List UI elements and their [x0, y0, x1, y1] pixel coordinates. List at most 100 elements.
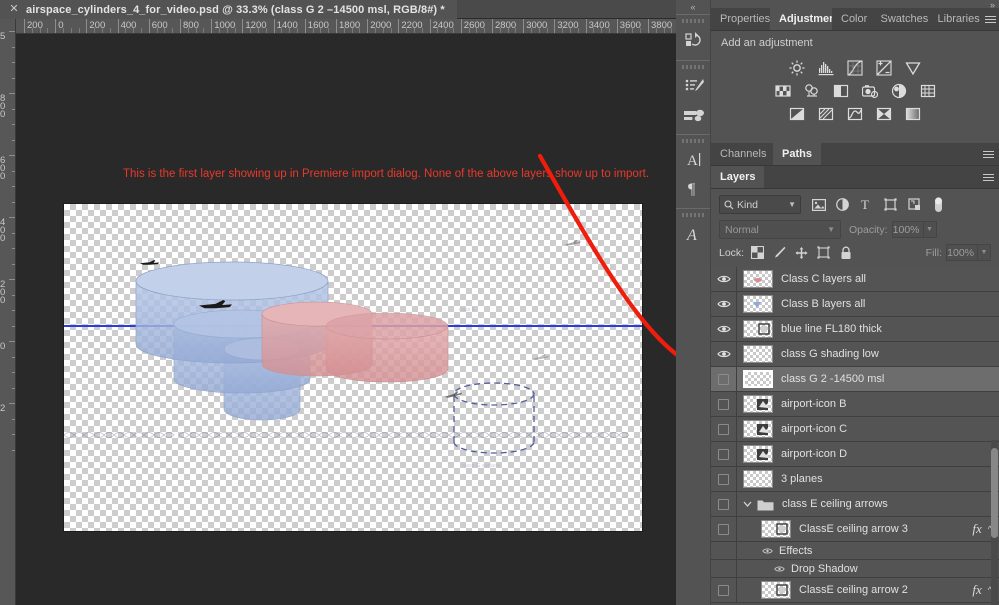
chevron-down-icon[interactable] [743, 500, 752, 508]
tab-libraries[interactable]: Libraries [929, 8, 982, 30]
visibility-checkbox[interactable] [718, 398, 729, 410]
eye-hidden-icon[interactable] [711, 392, 737, 416]
blend-mode-select[interactable]: Normal ▼ [719, 220, 841, 239]
layer-thumbnail[interactable] [743, 370, 773, 388]
layer-row[interactable]: blue line FL180 thick [711, 317, 999, 342]
layer-thumbnail[interactable] [761, 581, 791, 599]
character-icon[interactable]: A [676, 146, 711, 174]
eye-hidden-icon[interactable] [711, 467, 737, 491]
panel-menu-icon[interactable] [977, 143, 999, 165]
eye-visible-icon[interactable] [711, 560, 737, 577]
visibility-checkbox[interactable] [718, 498, 729, 510]
document-tab[interactable]: ✕ airspace_cylinders_4_for_video.psd @ 3… [0, 0, 457, 19]
dock-drag-handle[interactable] [682, 19, 704, 23]
eye-visible-icon[interactable] [773, 565, 785, 573]
threshold-icon[interactable] [847, 105, 864, 122]
effect-entry[interactable]: Drop Shadow [771, 563, 858, 575]
layer-row[interactable]: Class B layers all [711, 292, 999, 317]
actions-icon[interactable] [676, 72, 711, 100]
layer-thumbnail[interactable] [743, 270, 773, 288]
exposure-icon[interactable] [876, 59, 893, 76]
dock-drag-handle[interactable] [682, 65, 704, 69]
visibility-checkbox[interactable] [718, 523, 729, 535]
opacity-stepper[interactable]: ▼ [923, 221, 937, 238]
eye-visible-icon[interactable] [761, 547, 773, 555]
levels-icon[interactable] [818, 59, 835, 76]
brightness-contrast-icon[interactable] [789, 59, 806, 76]
eye-hidden-icon[interactable] [711, 367, 737, 391]
layer-thumbnail[interactable] [743, 320, 773, 338]
vertical-ruler[interactable]: 5 800 600 400 200 0 2 [0, 19, 16, 605]
opacity-value-field[interactable]: 100% [891, 221, 924, 238]
layer-thumbnail[interactable] [743, 295, 773, 313]
layer-thumbnail[interactable] [743, 470, 773, 488]
eye-hidden-icon[interactable] [711, 492, 737, 516]
layer-row[interactable]: airport-icon C [711, 417, 999, 442]
visibility-checkbox[interactable] [718, 473, 729, 485]
adjustment-filter-icon[interactable] [835, 197, 850, 213]
eye-hidden-icon[interactable] [711, 417, 737, 441]
paragraph-icon[interactable]: ¶ [676, 174, 711, 202]
panel-menu-icon[interactable] [981, 8, 999, 30]
tab-layers[interactable]: Layers [711, 166, 765, 188]
tab-swatches[interactable]: Swatches [872, 8, 929, 30]
canvas-area[interactable]: This is the first layer showing up in Pr… [16, 34, 676, 605]
layer-list[interactable]: Class C layers all Class B layers all blue… [711, 267, 999, 603]
layer-row[interactable]: 3 planes [711, 467, 999, 492]
collapse-arrows-icon[interactable]: « [676, 0, 710, 14]
tab-properties[interactable]: Properties [711, 8, 770, 30]
layer-thumbnail[interactable] [743, 445, 773, 463]
tab-channels[interactable]: Channels [711, 143, 773, 165]
invert-icon[interactable] [789, 105, 806, 122]
hue-saturation-icon[interactable] [774, 82, 791, 99]
tab-paths[interactable]: Paths [773, 143, 821, 165]
brush-preset-icon[interactable] [676, 100, 711, 128]
layer-row[interactable]: airport-icon B [711, 392, 999, 417]
layer-row[interactable]: class E ceiling arrows [711, 492, 999, 517]
lock-all-icon[interactable] [839, 246, 852, 260]
layer-row[interactable]: ClassE ceiling arrow 3 fx ^ [711, 517, 999, 542]
fill-stepper[interactable]: ▼ [978, 244, 991, 261]
layer-row[interactable]: Effects [711, 542, 999, 560]
posterize-icon[interactable] [818, 105, 835, 122]
panel-menu-icon[interactable] [977, 166, 999, 188]
dock-drag-handle[interactable] [682, 139, 704, 143]
history-icon[interactable] [676, 26, 711, 54]
color-lookup-icon[interactable] [919, 82, 936, 99]
close-icon[interactable]: ✕ [8, 3, 20, 16]
fx-icon[interactable]: fx [972, 521, 981, 537]
eye-visible-icon[interactable] [711, 317, 737, 341]
gradient-map-icon[interactable] [905, 105, 922, 122]
pixel-filter-icon[interactable] [811, 197, 826, 213]
curves-icon[interactable] [847, 59, 864, 76]
eye-hidden-icon[interactable] [711, 517, 737, 541]
layer-thumbnail[interactable] [761, 520, 791, 538]
selective-color-icon[interactable] [876, 105, 893, 122]
layer-thumbnail[interactable] [743, 420, 773, 438]
fill-value-field[interactable]: 100% [946, 244, 978, 261]
eye-visible-icon[interactable] [711, 267, 737, 291]
eye-visible-icon[interactable] [711, 542, 737, 559]
eye-hidden-icon[interactable] [711, 442, 737, 466]
visibility-checkbox[interactable] [718, 448, 729, 460]
layer-thumbnail[interactable] [743, 345, 773, 363]
smart-object-filter-icon[interactable] [907, 197, 922, 213]
eye-visible-icon[interactable] [711, 292, 737, 316]
horizontal-ruler[interactable]: 200 0 200 400 600 800 1000 1200 1400 1600 1800 2000… [16, 19, 676, 34]
type-filter-icon[interactable]: T [859, 197, 874, 213]
lock-position-icon[interactable] [795, 246, 808, 260]
layer-row[interactable]: class G 2 -14500 msl [711, 367, 999, 392]
tab-adjustments[interactable]: Adjustments [770, 8, 832, 30]
filter-toggle-icon[interactable] [931, 196, 946, 213]
layer-row[interactable]: Class C layers all [711, 267, 999, 292]
eye-hidden-icon[interactable] [711, 578, 737, 602]
visibility-checkbox[interactable] [718, 584, 729, 596]
lock-artboard-icon[interactable] [817, 246, 830, 260]
lock-transparent-pixels-icon[interactable] [751, 246, 765, 260]
layer-row[interactable]: Drop Shadow [711, 560, 999, 578]
dock-drag-handle[interactable] [682, 213, 704, 217]
artboard[interactable]: class E class G surface [63, 203, 643, 532]
layers-scrollbar-thumb[interactable] [991, 448, 998, 538]
black-white-icon[interactable] [832, 82, 849, 99]
shape-filter-icon[interactable] [883, 197, 898, 213]
